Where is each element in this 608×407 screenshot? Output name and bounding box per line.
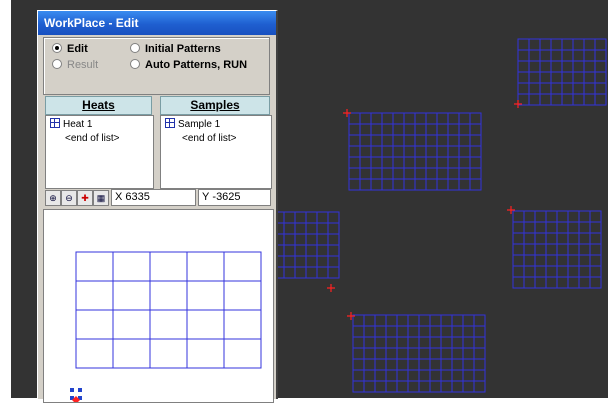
- samples-list[interactable]: Sample 1 <end of list>: [160, 115, 272, 189]
- workplace-edit-window: WorkPlace - Edit Edit Initial Patterns R…: [37, 10, 278, 404]
- fit-icon[interactable]: ✚: [77, 190, 93, 206]
- mode-auto-radio[interactable]: Auto Patterns, RUN: [130, 59, 247, 71]
- mode-result-radio: Result: [52, 59, 98, 71]
- handle-icon[interactable]: [70, 388, 74, 392]
- pattern-grid[interactable]: [517, 38, 607, 106]
- table-icon: [50, 118, 60, 128]
- mode-group: Edit Initial Patterns Result Auto Patter…: [43, 37, 270, 95]
- x-coordinate: X 6335: [111, 189, 196, 206]
- pattern-grid[interactable]: [512, 210, 602, 289]
- zoom-in-icon[interactable]: ⊕: [45, 190, 61, 206]
- mode-initial-radio[interactable]: Initial Patterns: [130, 43, 221, 55]
- heats-list[interactable]: Heat 1 <end of list>: [45, 115, 154, 189]
- radio-icon: [130, 59, 140, 69]
- pattern-grid[interactable]: [348, 112, 482, 191]
- zoom-out-icon[interactable]: ⊖: [61, 190, 77, 206]
- pattern-grid[interactable]: [352, 314, 486, 393]
- origin-marker: [507, 206, 515, 214]
- heats-header[interactable]: Heats: [45, 96, 152, 115]
- origin-marker: [327, 284, 335, 292]
- handle-icon[interactable]: [78, 388, 82, 392]
- window-title: WorkPlace - Edit: [38, 11, 276, 35]
- radio-icon: [52, 59, 62, 69]
- heats-end-of-list: <end of list>: [65, 133, 120, 144]
- y-coordinate: Y -3625: [198, 189, 271, 206]
- samples-end-of-list: <end of list>: [182, 133, 237, 144]
- origin-marker: [343, 109, 351, 117]
- preview-grid: [70, 251, 262, 404]
- origin-marker: [347, 312, 355, 320]
- list-item-sample-1[interactable]: Sample 1: [165, 118, 220, 130]
- grid-icon[interactable]: ▦: [93, 190, 109, 206]
- radio-icon: [130, 43, 140, 53]
- samples-header[interactable]: Samples: [160, 96, 270, 115]
- preview-pattern-grid[interactable]: [75, 251, 262, 369]
- list-item-heat-1[interactable]: Heat 1: [50, 118, 92, 130]
- pattern-preview[interactable]: [43, 209, 274, 404]
- table-icon: [165, 118, 175, 128]
- mode-edit-radio[interactable]: Edit: [52, 43, 88, 55]
- origin-marker: [514, 100, 522, 108]
- radio-selected-icon: [52, 43, 62, 53]
- preview-toolbar: ⊕ ⊖ ✚ ▦ X 6335 Y -3625: [43, 189, 272, 207]
